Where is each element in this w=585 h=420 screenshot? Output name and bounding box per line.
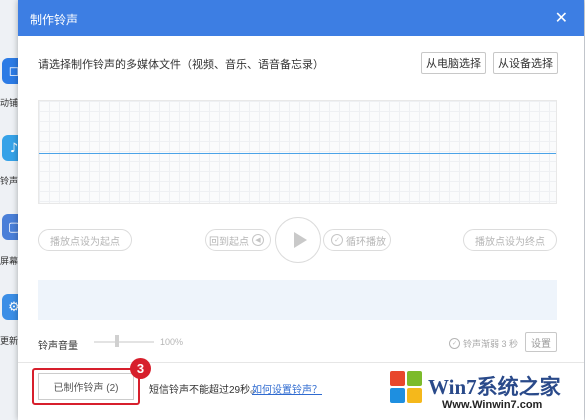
fade-check-icon: ✓ bbox=[449, 338, 460, 349]
ringtone-dialog: 制作铃声 ✕ 请选择制作铃声的多媒体文件（视频、音乐、语音备忘录） 从电脑选择 … bbox=[18, 0, 584, 420]
fade-option[interactable]: ✓ 铃声渐弱 3 秒 bbox=[449, 337, 518, 350]
back-to-start-button[interactable]: 回到起点 ◀ bbox=[205, 229, 271, 251]
volume-slider-track[interactable] bbox=[94, 341, 154, 343]
dialog-titlebar: 制作铃声 ✕ bbox=[18, 0, 584, 36]
bg-label-4: 更新 bbox=[0, 336, 19, 346]
settings-button[interactable]: 设置 bbox=[525, 332, 557, 352]
bg-label-2: 铃声 bbox=[0, 176, 19, 186]
play-icon bbox=[293, 232, 307, 248]
sms-limit-text: 短信铃声不能超过29秒。 bbox=[149, 385, 261, 396]
loop-play-button[interactable]: ✓ 循环播放 bbox=[323, 229, 391, 251]
fade-label: 铃声渐弱 3 秒 bbox=[463, 339, 519, 349]
howto-link[interactable]: 如何设置铃声？ bbox=[252, 381, 322, 396]
loop-check-icon: ✓ bbox=[331, 234, 343, 246]
watermark-url: Www.Winwin7.com bbox=[442, 399, 543, 411]
loop-play-label: 循环播放 bbox=[346, 236, 386, 248]
windows-flag-icon bbox=[390, 371, 422, 403]
highlight-box bbox=[32, 368, 140, 405]
volume-percent: 100% bbox=[160, 337, 184, 347]
volume-label: 铃声音量 bbox=[38, 341, 78, 352]
waveform-line bbox=[39, 153, 556, 154]
close-icon[interactable]: ✕ bbox=[555, 8, 568, 27]
waveform-area[interactable] bbox=[38, 100, 557, 204]
footer-divider bbox=[18, 362, 584, 363]
info-panel bbox=[38, 280, 557, 320]
bg-label-3: 屏幕 bbox=[0, 256, 19, 266]
watermark-logo: Win7系统之家 Www.Winwin7.com bbox=[390, 367, 585, 420]
step-badge: 3 bbox=[130, 358, 151, 379]
volume-slider-handle[interactable] bbox=[115, 335, 119, 347]
select-file-prompt: 请选择制作铃声的多媒体文件（视频、音乐、语音备忘录） bbox=[38, 59, 324, 71]
select-from-device-button[interactable]: 从设备选择 bbox=[493, 52, 558, 74]
set-start-button[interactable]: 播放点设为起点 bbox=[38, 229, 132, 251]
back-to-start-label: 回到起点 bbox=[209, 236, 249, 248]
play-button[interactable] bbox=[275, 217, 321, 263]
watermark-title: Win7系统之家 bbox=[428, 375, 561, 399]
bg-label-1: 动铺 bbox=[0, 98, 19, 108]
back-to-start-icon: ◀ bbox=[252, 234, 264, 246]
select-from-pc-button[interactable]: 从电脑选择 bbox=[421, 52, 486, 74]
set-end-button[interactable]: 播放点设为终点 bbox=[463, 229, 557, 251]
dialog-title: 制作铃声 bbox=[30, 13, 79, 27]
